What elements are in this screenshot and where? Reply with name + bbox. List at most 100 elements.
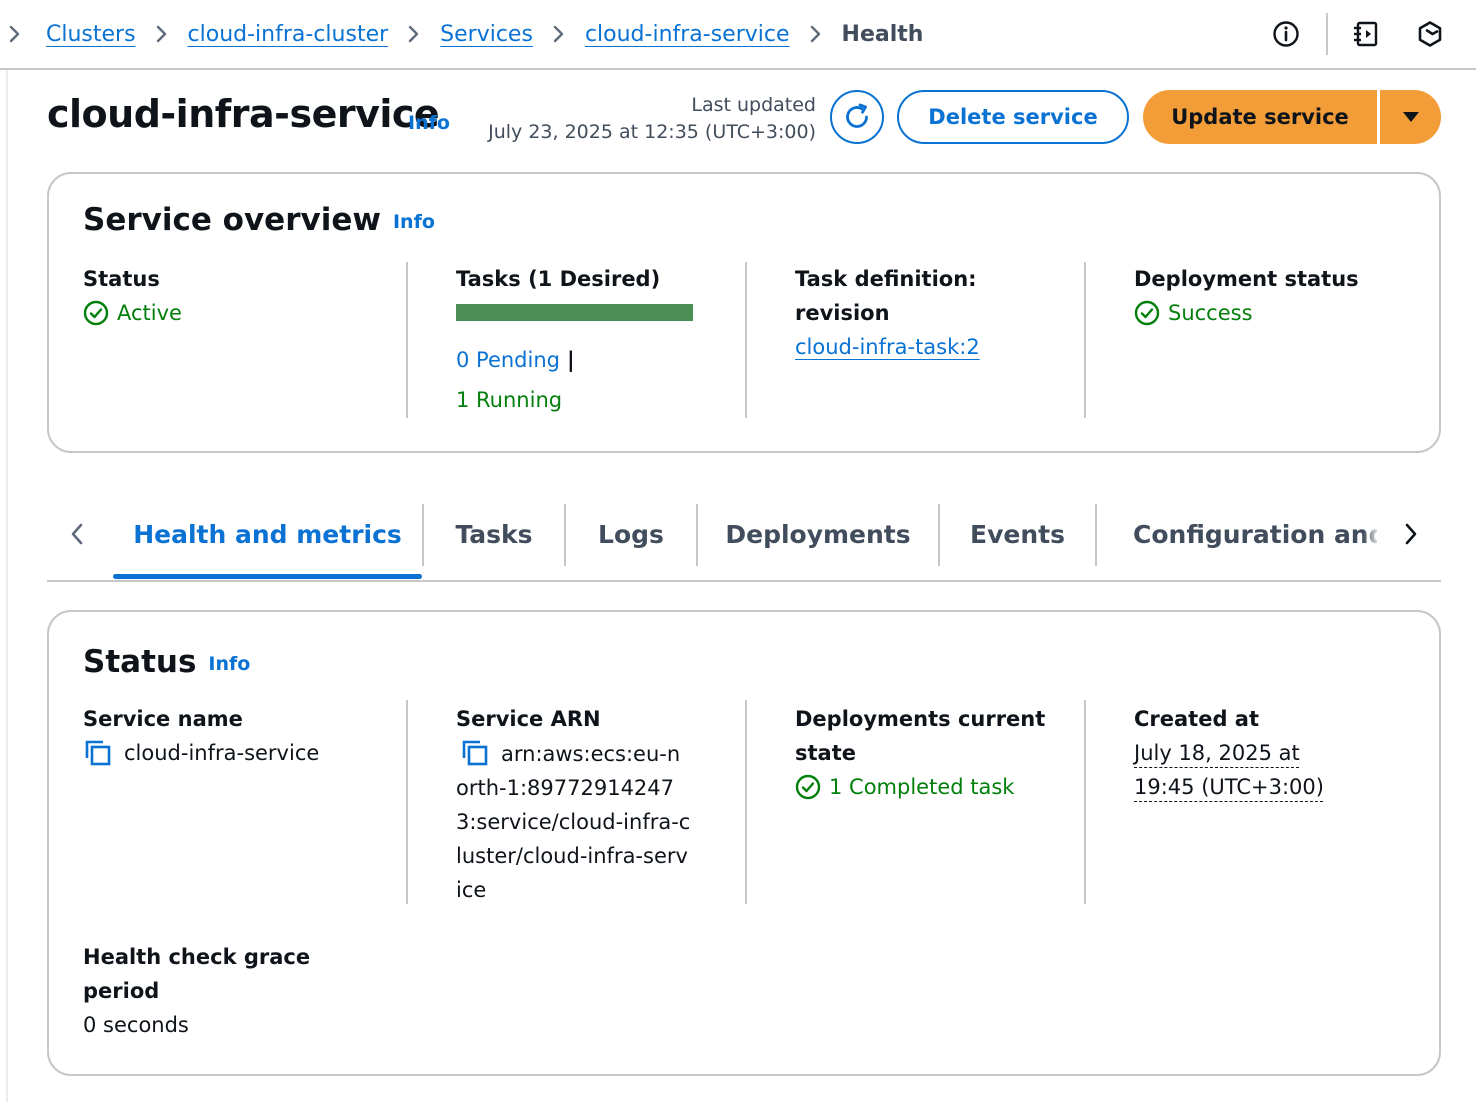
- status-label: Status: [83, 267, 160, 291]
- tasks-label: Tasks (1 Desired): [456, 267, 661, 291]
- tab-events[interactable]: Events: [940, 500, 1095, 568]
- last-updated-label: Last updated: [691, 94, 816, 116]
- service-arn-label: Service ARN: [456, 707, 601, 731]
- chevron-right-icon: [1405, 523, 1417, 545]
- tab-logs[interactable]: Logs: [566, 500, 696, 568]
- pending-tasks-link[interactable]: 0 Pending: [456, 343, 560, 377]
- deployment-status-column: Deployment status Success: [1134, 262, 1424, 330]
- pending-separator: |: [567, 348, 575, 372]
- service-arn-value: arn:aws:ecs:eu-north-1:897729142473:serv…: [456, 742, 691, 902]
- chevron-right-icon: [405, 25, 423, 43]
- task-definition-link[interactable]: cloud-infra-task:2: [795, 335, 980, 359]
- title-info-link[interactable]: Info: [408, 112, 450, 134]
- info-circle-icon[interactable]: [1268, 16, 1304, 52]
- service-name-column: Service name cloud-infra-service: [83, 702, 393, 770]
- service-name-label: Service name: [83, 707, 243, 731]
- created-at-label: Created at: [1134, 707, 1260, 731]
- tasks-progress-fill: [456, 304, 693, 321]
- refresh-button[interactable]: [830, 90, 884, 144]
- toolbar-divider: [1326, 13, 1328, 55]
- created-at-value-line-1[interactable]: July 18, 2025 at: [1134, 741, 1300, 765]
- page-title: cloud-infra-service: [47, 92, 440, 136]
- status-title: Status: [83, 644, 197, 680]
- breadcrumb-cluster[interactable]: cloud-infra-cluster: [188, 22, 389, 47]
- breadcrumb: Clusters cloud-infra-cluster Services cl…: [0, 14, 923, 54]
- breadcrumb-services[interactable]: Services: [440, 22, 533, 47]
- hexagon-logo-icon[interactable]: [1412, 16, 1448, 52]
- notes-panel-icon[interactable]: [1348, 16, 1384, 52]
- service-arn-row: arn:aws:ecs:eu-north-1:897729142473:serv…: [456, 736, 692, 907]
- service-name-row: cloud-infra-service: [83, 736, 393, 770]
- status-value: Active: [83, 296, 383, 330]
- update-service-dropdown-button[interactable]: [1380, 90, 1441, 144]
- last-updated: Last updated July 23, 2025 at 12:35 (UTC…: [488, 92, 816, 146]
- refresh-icon: [846, 103, 868, 128]
- task-definition-column: Task definition: revision cloud-infra-ta…: [795, 262, 1075, 364]
- delete-service-button[interactable]: Delete service: [897, 90, 1129, 144]
- service-tabs: Health and metrics Tasks Logs Deployment…: [47, 500, 1441, 582]
- running-tasks-link[interactable]: 1 Running: [456, 383, 736, 417]
- deployments-state-value: 1 Completed task: [795, 770, 1075, 804]
- deployment-status-label: Deployment status: [1134, 267, 1359, 291]
- column-divider: [745, 262, 747, 418]
- health-check-grace-value: 0 seconds: [83, 1013, 189, 1037]
- chevron-right-icon: [153, 25, 171, 43]
- tab-deployments[interactable]: Deployments: [698, 500, 938, 568]
- active-tab-indicator: [113, 574, 422, 579]
- top-navigation-bar: Clusters cloud-infra-cluster Services cl…: [0, 0, 1476, 70]
- service-name-value: cloud-infra-service: [124, 741, 320, 765]
- column-divider: [745, 700, 747, 904]
- health-check-grace-label-line-2: period: [83, 979, 160, 1003]
- deployments-state-column: Deployments current state 1 Completed ta…: [795, 702, 1075, 804]
- column-divider: [406, 700, 408, 904]
- service-overview-title: Service overview: [83, 202, 381, 238]
- status-card: Status Info Service name cloud-infra-serv…: [47, 610, 1441, 1076]
- created-at-column: Created at July 18, 2025 at 19:45 (UTC+3…: [1134, 702, 1424, 804]
- service-overview-heading: Service overview Info: [83, 202, 435, 238]
- check-circle-icon: [795, 774, 821, 800]
- deployments-state-label-line-1: Deployments current: [795, 707, 1046, 731]
- status-text: Active: [117, 301, 182, 325]
- pending-line: 0 Pending |: [456, 343, 736, 377]
- deployments-state-label-line-2: state: [795, 741, 856, 765]
- column-divider: [406, 262, 408, 418]
- chevron-right-icon: [6, 25, 24, 43]
- update-service-button[interactable]: Update service: [1143, 90, 1377, 144]
- service-arn-column: Service ARN arn:aws:ecs:eu-north-1:89772…: [456, 702, 692, 907]
- service-overview-info-link[interactable]: Info: [393, 211, 435, 233]
- tab-tasks[interactable]: Tasks: [424, 500, 564, 568]
- tabs-scroll-left-button[interactable]: [59, 514, 95, 554]
- chevron-right-icon: [807, 25, 825, 43]
- chevron-left-icon: [71, 523, 83, 545]
- column-divider: [1084, 262, 1086, 418]
- last-updated-value: July 23, 2025 at 12:35 (UTC+3:00): [488, 121, 816, 143]
- deployment-status-text: Success: [1168, 301, 1253, 325]
- task-definition-label-line-2: revision: [795, 301, 890, 325]
- task-definition-label-line-1: Task definition:: [795, 267, 977, 291]
- status-info-link[interactable]: Info: [208, 653, 250, 675]
- column-divider: [1084, 700, 1086, 904]
- tab-health-and-metrics[interactable]: Health and metrics: [113, 500, 422, 568]
- copy-icon[interactable]: [460, 738, 490, 768]
- tabs-scroll-right-button[interactable]: [1393, 514, 1429, 554]
- check-circle-icon: [83, 300, 109, 326]
- copy-icon[interactable]: [83, 738, 113, 768]
- tab-configuration-and-networking[interactable]: Configuration and networking: [1097, 500, 1377, 568]
- created-at-value-line-2[interactable]: 19:45 (UTC+3:00): [1134, 775, 1324, 799]
- tab-overflow-fade: [1363, 508, 1385, 560]
- left-panel-edge: [6, 70, 8, 1102]
- breadcrumb-clusters[interactable]: Clusters: [46, 22, 136, 47]
- breadcrumb-current-page: Health: [841, 21, 924, 47]
- tasks-progress-bar: [456, 304, 693, 321]
- breadcrumb-service[interactable]: cloud-infra-service: [585, 22, 790, 47]
- caret-down-icon: [1402, 112, 1419, 122]
- health-check-grace-column: Health check grace period 0 seconds: [83, 940, 383, 1042]
- tasks-column: Tasks (1 Desired) 0 Pending | 1 Running: [456, 262, 736, 417]
- deployments-state-text: 1 Completed task: [829, 775, 1015, 799]
- deployment-status-value: Success: [1134, 296, 1424, 330]
- top-toolbar: [1268, 13, 1448, 55]
- status-column: Status Active: [83, 262, 383, 330]
- chevron-right-icon: [550, 25, 568, 43]
- check-circle-icon: [1134, 300, 1160, 326]
- service-overview-card: Service overview Info Status Active Tasks…: [47, 172, 1441, 453]
